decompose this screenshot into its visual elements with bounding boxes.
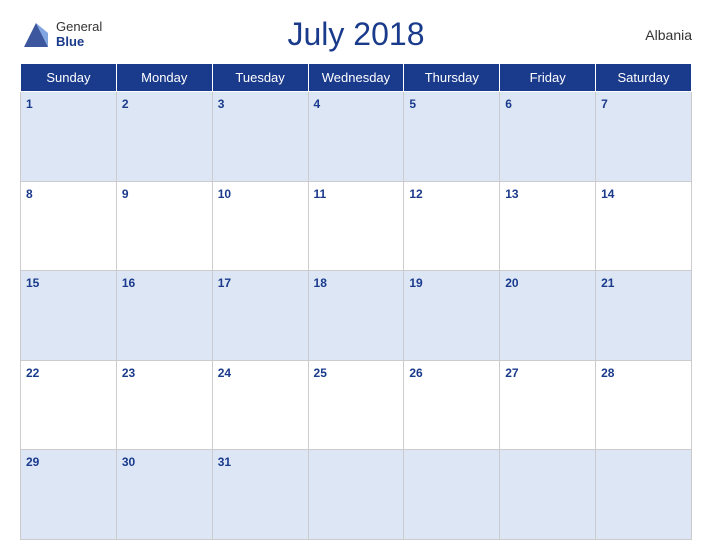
- calendar-cell: 28: [596, 360, 692, 450]
- calendar-cell: 9: [116, 181, 212, 271]
- day-number: 30: [122, 455, 135, 469]
- calendar-cell: 10: [212, 181, 308, 271]
- day-number: 11: [314, 187, 327, 201]
- logo-blue-label: Blue: [56, 35, 102, 49]
- calendar-cell: 12: [404, 181, 500, 271]
- day-number: 27: [505, 366, 518, 380]
- calendar-cell: 1: [21, 92, 117, 182]
- calendar-cell: 18: [308, 271, 404, 361]
- day-number: 3: [218, 97, 225, 111]
- day-of-week-monday: Monday: [116, 64, 212, 92]
- calendar-cell: 25: [308, 360, 404, 450]
- calendar-cell: [500, 450, 596, 540]
- day-number: 8: [26, 187, 33, 201]
- calendar-cell: [404, 450, 500, 540]
- calendar-cell: 5: [404, 92, 500, 182]
- day-number: 7: [601, 97, 608, 111]
- day-number: 22: [26, 366, 39, 380]
- day-number: 18: [314, 276, 327, 290]
- day-of-week-sunday: Sunday: [21, 64, 117, 92]
- day-number: 20: [505, 276, 518, 290]
- day-number: 24: [218, 366, 231, 380]
- calendar-cell: 8: [21, 181, 117, 271]
- day-number: 28: [601, 366, 614, 380]
- day-number: 6: [505, 97, 512, 111]
- logo: General Blue: [20, 19, 102, 51]
- calendar-cell: 22: [21, 360, 117, 450]
- calendar-cell: 11: [308, 181, 404, 271]
- day-number: 10: [218, 187, 231, 201]
- day-number: 16: [122, 276, 135, 290]
- calendar-cell: 16: [116, 271, 212, 361]
- week-row-1: 1 2 3 4 5 6 7: [21, 92, 692, 182]
- day-number: 17: [218, 276, 231, 290]
- calendar-cell: 29: [21, 450, 117, 540]
- month-title: July 2018: [288, 16, 425, 53]
- calendar-cell: 30: [116, 450, 212, 540]
- day-number: 29: [26, 455, 39, 469]
- day-number: 13: [505, 187, 518, 201]
- day-number: 4: [314, 97, 321, 111]
- day-number: 2: [122, 97, 129, 111]
- day-number: 9: [122, 187, 129, 201]
- calendar-cell: 13: [500, 181, 596, 271]
- week-row-3: 15 16 17 18 19 20 21: [21, 271, 692, 361]
- calendar-cell: 4: [308, 92, 404, 182]
- calendar-cell: 17: [212, 271, 308, 361]
- day-number: 23: [122, 366, 135, 380]
- calendar-cell: [596, 450, 692, 540]
- calendar: SundayMondayTuesdayWednesdayThursdayFrid…: [20, 63, 692, 540]
- calendar-cell: 21: [596, 271, 692, 361]
- day-number: 21: [601, 276, 614, 290]
- calendar-cell: 2: [116, 92, 212, 182]
- calendar-cell: 15: [21, 271, 117, 361]
- calendar-cell: 7: [596, 92, 692, 182]
- calendar-cell: 14: [596, 181, 692, 271]
- calendar-cell: [308, 450, 404, 540]
- day-number: 1: [26, 97, 33, 111]
- week-row-5: 29 30 31: [21, 450, 692, 540]
- country-label: Albania: [645, 27, 692, 43]
- day-number: 15: [26, 276, 39, 290]
- calendar-cell: 19: [404, 271, 500, 361]
- day-number: 26: [409, 366, 422, 380]
- logo-general-label: General: [56, 20, 102, 34]
- calendar-cell: 23: [116, 360, 212, 450]
- day-number: 25: [314, 366, 327, 380]
- week-row-2: 8 9 10 11 12 13 14: [21, 181, 692, 271]
- day-number: 14: [601, 187, 614, 201]
- day-of-week-saturday: Saturday: [596, 64, 692, 92]
- day-number: 12: [409, 187, 422, 201]
- calendar-cell: 26: [404, 360, 500, 450]
- week-row-4: 22 23 24 25 26 27 28: [21, 360, 692, 450]
- calendar-cell: 6: [500, 92, 596, 182]
- calendar-header: SundayMondayTuesdayWednesdayThursdayFrid…: [21, 64, 692, 92]
- calendar-cell: 24: [212, 360, 308, 450]
- days-of-week-row: SundayMondayTuesdayWednesdayThursdayFrid…: [21, 64, 692, 92]
- calendar-cell: 3: [212, 92, 308, 182]
- day-of-week-friday: Friday: [500, 64, 596, 92]
- header: General Blue July 2018 Albania: [20, 16, 692, 53]
- calendar-cell: 27: [500, 360, 596, 450]
- day-of-week-tuesday: Tuesday: [212, 64, 308, 92]
- day-number: 19: [409, 276, 422, 290]
- day-number: 5: [409, 97, 416, 111]
- calendar-cell: 31: [212, 450, 308, 540]
- day-number: 31: [218, 455, 231, 469]
- logo-icon: [20, 19, 52, 51]
- day-of-week-wednesday: Wednesday: [308, 64, 404, 92]
- day-of-week-thursday: Thursday: [404, 64, 500, 92]
- logo-text: General Blue: [56, 20, 102, 49]
- calendar-cell: 20: [500, 271, 596, 361]
- calendar-body: 1234567891011121314151617181920212223242…: [21, 92, 692, 540]
